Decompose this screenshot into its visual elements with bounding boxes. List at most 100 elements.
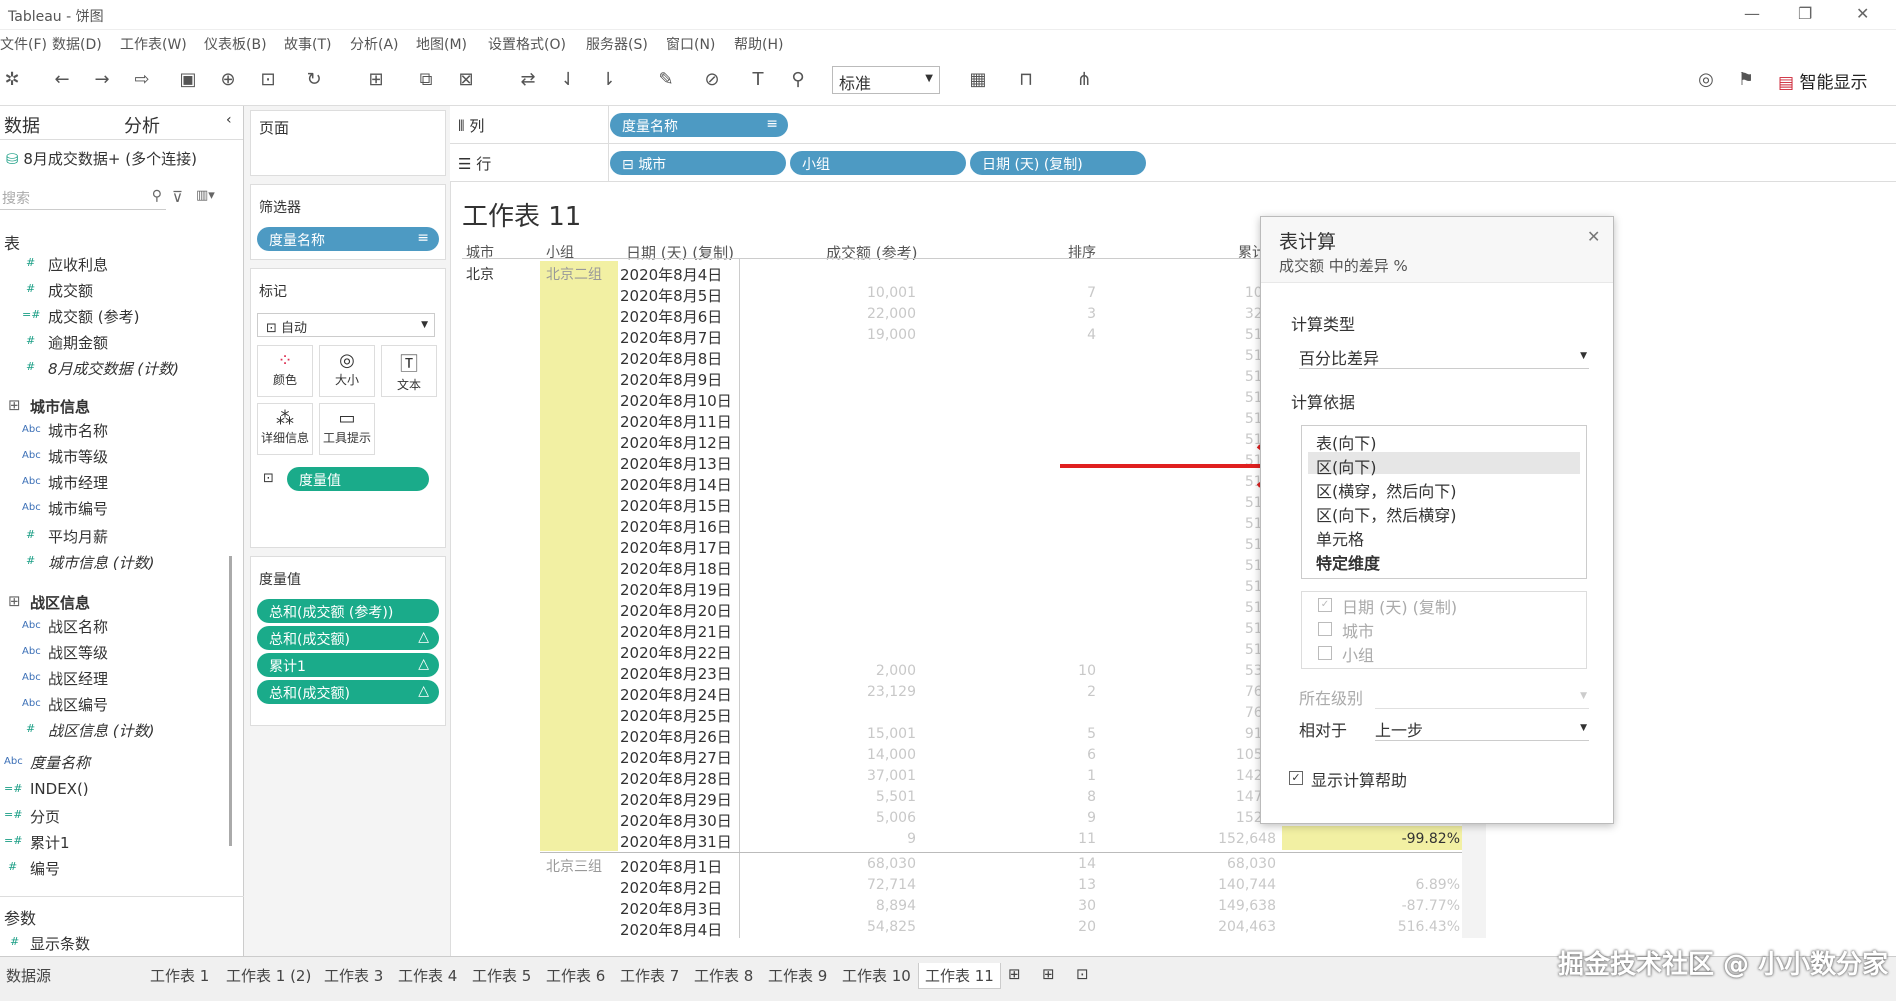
highlight-icon[interactable]: ✎ (654, 68, 678, 92)
tab-datasource[interactable]: 数据源 (6, 965, 51, 986)
menu-format[interactable]: 设置格式(O) (488, 34, 566, 54)
ref-cell[interactable]: 5,006 (760, 810, 916, 826)
replay-icon[interactable]: ⇨ (130, 68, 154, 92)
cum-cell[interactable]: 76,1 (1130, 684, 1276, 700)
date-cell[interactable]: 2020年8月30日 (620, 810, 732, 831)
rank-cell[interactable]: 11 (960, 831, 1096, 847)
rank-cell[interactable]: 8 (960, 789, 1096, 805)
menu-data[interactable]: 数据(D) (52, 34, 102, 54)
rank-cell[interactable]: 4 (960, 327, 1096, 343)
field-item[interactable]: 成交额 (48, 280, 93, 301)
field-item[interactable]: 8月成交数据 (计数) (48, 358, 179, 379)
ask-data-icon[interactable]: ◎ (1694, 68, 1718, 92)
group-cell[interactable]: 北京三组 (546, 856, 602, 876)
new-dashboard-icon[interactable]: ⊞ (1042, 965, 1055, 983)
tableau-logo-icon[interactable]: ✲ (0, 68, 24, 92)
menu-file[interactable]: 文件(F) (0, 34, 47, 54)
date-cell[interactable]: 2020年8月4日 (620, 919, 722, 940)
diff-cell[interactable]: -87.77% (1290, 898, 1460, 914)
cum-cell[interactable]: 51,0 (1130, 579, 1276, 595)
menu-map[interactable]: 地图(M) (416, 34, 467, 54)
cum-cell[interactable]: 51,0 (1130, 495, 1276, 511)
header-group[interactable]: 小组 (546, 242, 574, 262)
option-table-down[interactable]: 表(向下) (1316, 430, 1377, 454)
rank-cell[interactable]: 3 (960, 306, 1096, 322)
rank-cell[interactable]: 9 (960, 810, 1096, 826)
color-mark-button[interactable]: ⁘ 颜色 (257, 345, 313, 397)
ref-cell[interactable]: 22,000 (760, 306, 916, 322)
date-cell[interactable]: 2020年8月3日 (620, 898, 722, 919)
rank-cell[interactable]: 1 (960, 768, 1096, 784)
date-cell[interactable]: 2020年8月23日 (620, 663, 732, 684)
measure-value-pill[interactable]: 总和(成交额) △ (257, 626, 439, 650)
measure-value-pill[interactable]: 累计1 △ (257, 653, 439, 677)
scrollbar[interactable] (229, 556, 232, 846)
cum-cell[interactable]: 149,638 (1130, 898, 1276, 914)
mark-type-select[interactable]: ⊡ 自动 ▼ (257, 313, 435, 337)
cum-cell[interactable]: 152,6 (1130, 810, 1276, 826)
sort-asc-icon[interactable]: ⇃ (556, 68, 580, 92)
close-icon[interactable]: ✕ (1587, 227, 1600, 246)
row-pill[interactable]: ⊟ 城市 (610, 151, 786, 175)
ref-cell[interactable]: 5,501 (760, 789, 916, 805)
filter-pill[interactable]: 度量名称 ≡ (257, 227, 439, 251)
rank-cell[interactable]: 5 (960, 726, 1096, 742)
size-mark-button[interactable]: ◎ 大小 (319, 345, 375, 397)
clear-sheet-icon[interactable]: ⊠ (454, 68, 478, 92)
field-item[interactable]: 应收利息 (48, 254, 108, 275)
field-item[interactable]: 逾期金额 (48, 332, 108, 353)
cum-cell[interactable]: 91,1 (1130, 726, 1276, 742)
menu-analysis[interactable]: 分析(A) (350, 34, 399, 54)
date-cell[interactable]: 2020年8月28日 (620, 768, 732, 789)
ref-cell[interactable]: 72,714 (760, 877, 916, 893)
save-icon[interactable]: ▣ (176, 68, 200, 92)
rank-cell[interactable]: 20 (960, 919, 1096, 935)
row-pill[interactable]: 日期 (天) (复制) (970, 151, 1146, 175)
sheet-tab[interactable]: 工作表 3 (324, 965, 383, 986)
new-story-icon[interactable]: ⊡ (1076, 965, 1089, 983)
field-item[interactable]: 战区名称 (48, 616, 108, 637)
measure-value-pill[interactable]: 总和(成交额 (参考)) (257, 599, 439, 623)
diff-cell[interactable]: -99.82% (1290, 831, 1460, 847)
rank-cell[interactable]: 7 (960, 285, 1096, 301)
option-pane-down-across[interactable]: 区(向下，然后横穿) (1316, 502, 1457, 526)
field-item[interactable]: 城市信息 (计数) (48, 552, 154, 573)
date-cell[interactable]: 2020年8月31日 (620, 831, 732, 852)
field-item[interactable]: 战区信息 (计数) (48, 720, 154, 741)
dim-checkbox-date[interactable]: ✓ (1318, 598, 1332, 612)
date-cell[interactable]: 2020年8月2日 (620, 877, 722, 898)
cum-cell[interactable]: 51,0 (1130, 537, 1276, 553)
refresh-icon[interactable]: ↻ (302, 68, 326, 92)
collapse-icon[interactable]: ‹ (226, 112, 232, 128)
sheet-tab[interactable]: 工作表 1 (150, 965, 209, 986)
param-item[interactable]: 显示条数 (30, 933, 90, 954)
city-cell[interactable]: 北京 (466, 264, 494, 284)
field-item[interactable]: 城市等级 (48, 446, 108, 467)
date-cell[interactable]: 2020年8月24日 (620, 684, 732, 705)
date-cell[interactable]: 2020年8月4日 (620, 264, 722, 285)
columns-shelf[interactable]: ⦀ 列 度量名称 ≡ (450, 106, 1896, 144)
detail-mark-button[interactable]: ⁂ 详细信息 (257, 403, 313, 455)
measure-value-pill[interactable]: 总和(成交额) △ (257, 680, 439, 704)
header-city[interactable]: 城市 (466, 242, 494, 262)
date-cell[interactable]: 2020年8月13日 (620, 453, 732, 474)
menu-story[interactable]: 故事(T) (284, 34, 331, 54)
field-item[interactable]: 战区编号 (48, 694, 108, 715)
field-item[interactable]: 编号 (30, 858, 60, 879)
option-specific-dimensions[interactable]: 特定维度 (1316, 550, 1380, 574)
cum-cell[interactable]: 142,1 (1130, 768, 1276, 784)
pin-icon[interactable]: ⚲ (786, 68, 810, 92)
field-item[interactable]: 城市名称 (48, 420, 108, 441)
new-sheet-icon[interactable]: ⊞ (364, 68, 388, 92)
date-cell[interactable]: 2020年8月29日 (620, 789, 732, 810)
field-item[interactable]: 战区经理 (48, 668, 108, 689)
sheet-tab-active[interactable]: 工作表 11 (918, 963, 1001, 989)
field-item[interactable]: 战区等级 (48, 642, 108, 663)
filters-card[interactable]: 筛选器 度量名称 ≡ (250, 184, 446, 260)
header-rank[interactable]: 排序 (1068, 242, 1096, 262)
ref-cell[interactable]: 19,000 (760, 327, 916, 343)
rank-cell[interactable]: 6 (960, 747, 1096, 763)
option-pane-down[interactable]: 区(向下) (1316, 454, 1377, 478)
date-cell[interactable]: 2020年8月18日 (620, 558, 732, 579)
tab-analysis[interactable]: 分析 (124, 112, 160, 138)
